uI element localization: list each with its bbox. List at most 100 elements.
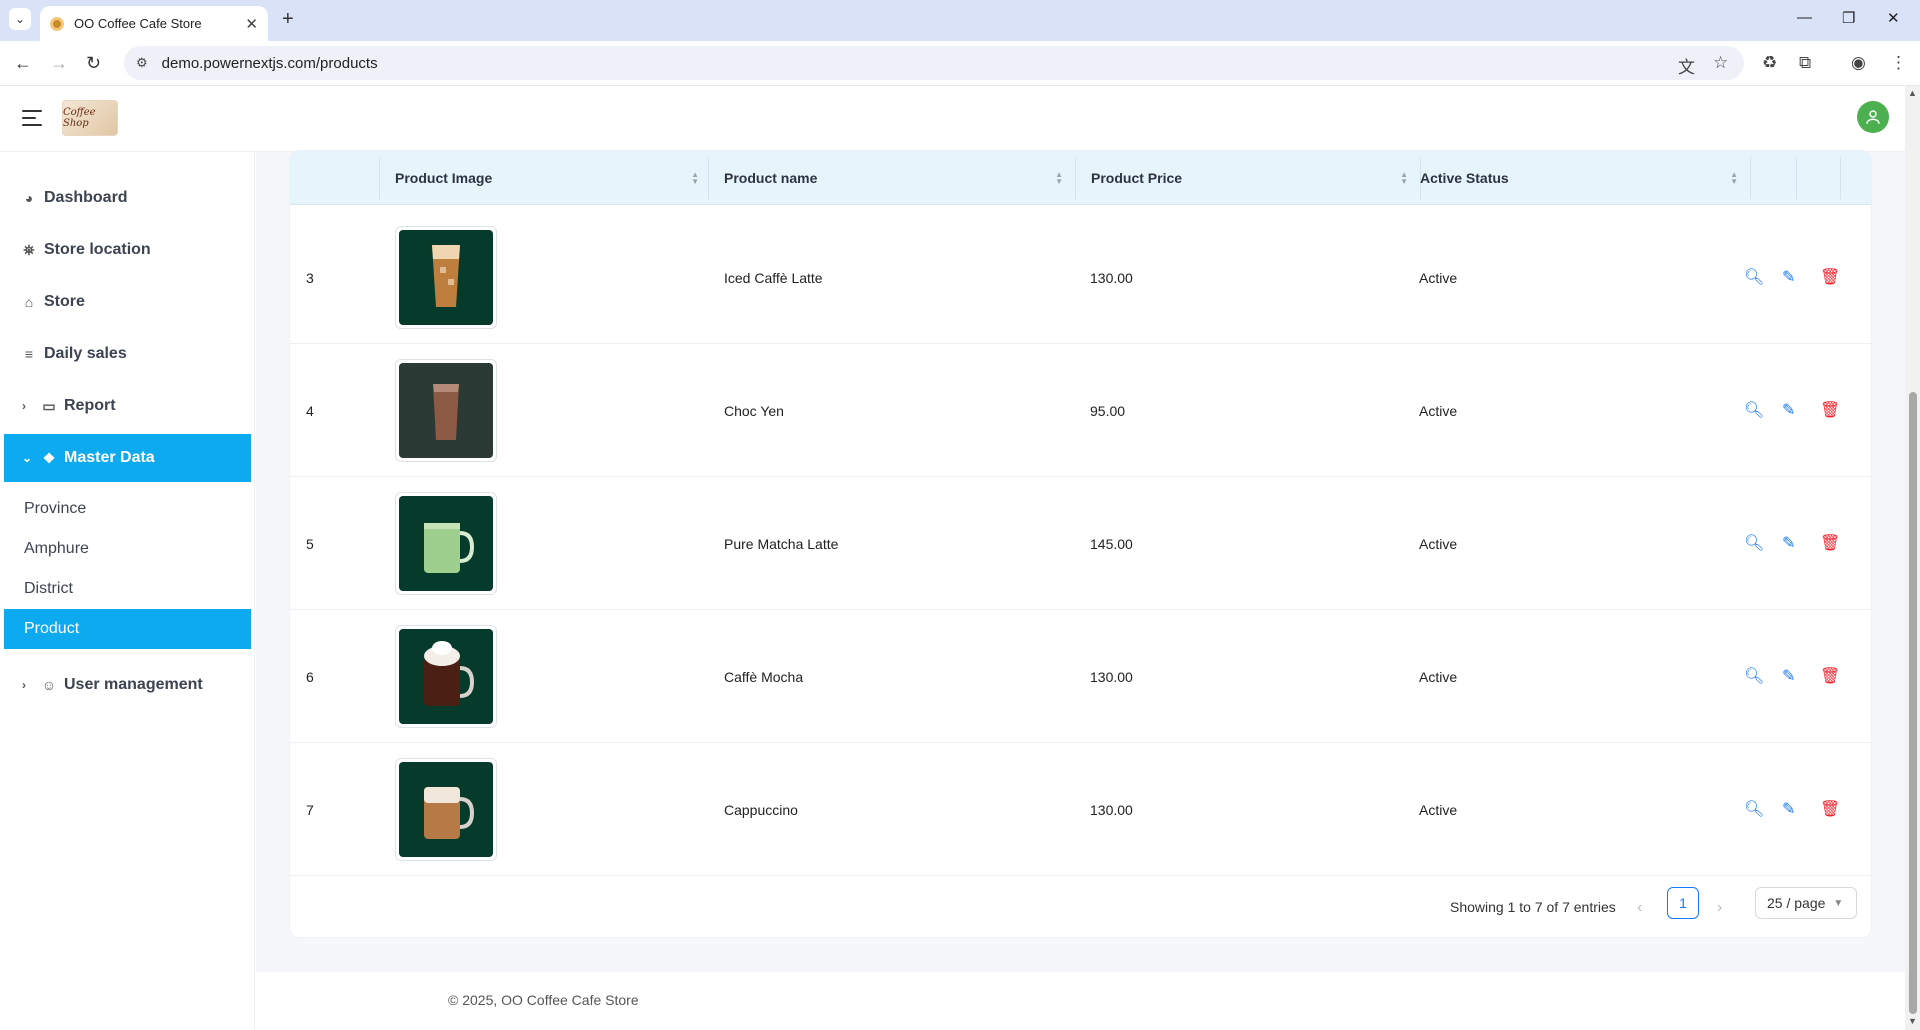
sidebar-item-store[interactable]: ⌂ Store [0,278,251,326]
bookmark-star-icon[interactable]: ☆ [1713,53,1728,73]
delete-trash-icon[interactable]: 🗑︎ [1820,799,1840,819]
sidebar-item-master-data[interactable]: ⌄ ❖ Master Data [4,434,251,482]
page-size-select[interactable]: 25 / page ▼ [1755,887,1857,919]
tab-search-button[interactable]: ⌄ [9,8,31,30]
active-status: Active [1419,668,1458,685]
sidebar-item-store-location[interactable]: ⛯ Store location [0,226,251,274]
row-number: 4 [306,402,314,419]
sidebar-subitem-product[interactable]: Product [4,609,251,649]
column-header-product-price[interactable]: Product Price ▲ ▼ [1091,151,1420,205]
active-status: Active [1419,269,1458,286]
active-status: Active [1419,402,1458,419]
view-search-icon[interactable]: 🔍︎ [1744,267,1764,287]
sidebar-subitem-label: Product [24,620,80,637]
column-header-product-name[interactable]: Product name ▲ ▼ [724,151,1075,205]
edit-icon[interactable]: ✎ [1782,533,1795,553]
column-separator [708,157,709,199]
sort-icon[interactable]: ▲ ▼ [1400,171,1408,186]
main-content: Product Image ▲ ▼ Product name ▲ ▼ Product… [256,150,1905,1030]
back-button[interactable]: ← [14,53,32,74]
view-search-icon[interactable]: 🔍︎ [1744,799,1764,819]
tab-close-icon[interactable]: ✕ [245,15,258,33]
sidebar-subitem-label: Province [24,500,87,517]
app-header: Coffee Shop [0,86,1905,152]
sort-icon[interactable]: ▲ ▼ [1055,171,1063,186]
sidebar-item-report[interactable]: › ▭ Report [0,382,251,430]
new-tab-button[interactable]: + [282,8,294,31]
view-search-icon[interactable]: 🔍︎ [1744,666,1764,686]
translate-icon[interactable]: 文 [1678,53,1695,78]
browser-tab-strip: ⌄ OO Coffee Cafe Store ✕ + — ❐ ✕ [0,0,1920,41]
sidebar-item-label: Store [44,293,85,310]
sort-icon[interactable]: ▲ ▼ [691,171,699,186]
scrollbar-thumb[interactable] [1909,392,1917,1014]
logo-text: Coffee Shop [63,107,96,129]
product-image [395,492,497,595]
column-header-label: Active Status [1420,170,1509,186]
minimize-window-button[interactable]: — [1797,9,1812,26]
view-search-icon[interactable]: 🔍︎ [1744,533,1764,553]
cappuccino-image [424,787,474,839]
sidebar-item-label: Master Data [64,449,155,466]
edit-icon[interactable]: ✎ [1782,799,1795,819]
delete-trash-icon[interactable]: 🗑︎ [1820,666,1840,686]
column-separator [379,157,380,199]
sidebar-subitem-label: Amphure [24,540,89,557]
products-table-card: Product Image ▲ ▼ Product name ▲ ▼ Product… [289,150,1872,938]
extensions-icon[interactable]: ⧉ [1799,53,1811,73]
view-search-icon[interactable]: 🔍︎ [1744,400,1764,420]
browser-tab-active[interactable]: OO Coffee Cafe Store ✕ [40,6,268,41]
sidebar-item-dashboard[interactable]: ◕ Dashboard [0,174,251,222]
sidebar-item-label: User management [64,676,203,693]
table-row: 5 Pure Matcha Latte 145.00 Active 🔍︎ ✎ 🗑… [290,477,1871,610]
folder-open-icon: ▭ [42,397,56,414]
delete-trash-icon[interactable]: 🗑︎ [1820,267,1840,287]
forward-button[interactable]: → [50,53,68,74]
footer: © 2025, OO Coffee Cafe Store [256,972,1905,1030]
product-name: Choc Yen [724,402,784,419]
profile-icon[interactable]: ◉ [1851,53,1866,73]
close-window-button[interactable]: ✕ [1887,9,1900,27]
sidebar-item-daily-sales[interactable]: ≡ Daily sales [0,330,251,378]
column-header-label: Product Image [395,170,493,186]
sidebar-subitem-province[interactable]: Province [0,489,251,529]
brand-logo[interactable]: Coffee Shop [62,100,118,136]
menu-toggle-icon[interactable] [22,110,42,131]
scroll-down-icon[interactable]: ▼ [1908,1016,1917,1026]
extension-puzzle-icon[interactable]: ♻ [1762,53,1777,73]
sidebar-subitem-amphure[interactable]: Amphure [0,529,251,569]
pagination-prev-icon[interactable]: ‹ [1637,899,1642,917]
row-number: 6 [306,668,314,685]
edit-icon[interactable]: ✎ [1782,400,1795,420]
edit-icon[interactable]: ✎ [1782,666,1795,686]
delete-trash-icon[interactable]: 🗑︎ [1820,400,1840,420]
column-header-active-status[interactable]: Active Status ▲ ▼ [1420,151,1750,205]
sidebar-item-user-management[interactable]: › ☺ User management [0,661,251,709]
restore-window-button[interactable]: ❐ [1842,9,1855,27]
edit-icon[interactable]: ✎ [1782,267,1795,287]
product-name: Cappuccino [724,801,798,818]
column-header-product-image[interactable]: Product Image ▲ ▼ [395,151,711,205]
column-header-label: Product Price [1091,170,1183,186]
product-name: Pure Matcha Latte [724,535,839,552]
site-settings-icon[interactable]: ⚙ [136,55,148,71]
reload-button[interactable]: ↻ [86,53,101,74]
scroll-up-icon[interactable]: ▲ [1908,88,1917,98]
product-image [395,625,497,728]
table-row: 7 Cappuccino 130.00 Active 🔍︎ ✎ 🗑︎ [290,743,1871,876]
sort-icon[interactable]: ▲ ▼ [1730,171,1738,186]
product-image [395,226,497,329]
user-avatar[interactable] [1857,101,1889,133]
table-row: 4 Choc Yen 95.00 Active 🔍︎ ✎ 🗑︎ [290,344,1871,477]
page-scrollbar[interactable]: ▲ ▼ [1905,86,1920,1030]
sidebar-subitem-district[interactable]: District [0,569,251,609]
browser-menu-icon[interactable]: ⋮ [1890,53,1907,73]
product-price: 130.00 [1090,668,1133,685]
sidebar-item-label: Store location [44,241,151,258]
delete-trash-icon[interactable]: 🗑︎ [1820,533,1840,553]
pagination-next-icon[interactable]: › [1717,899,1722,917]
address-bar[interactable]: ⚙ demo.powernextjs.com/products [124,46,1744,80]
pagination-page-current[interactable]: 1 [1667,887,1699,919]
sidebar-item-label: Report [64,397,116,414]
chevron-right-icon: › [22,678,26,692]
